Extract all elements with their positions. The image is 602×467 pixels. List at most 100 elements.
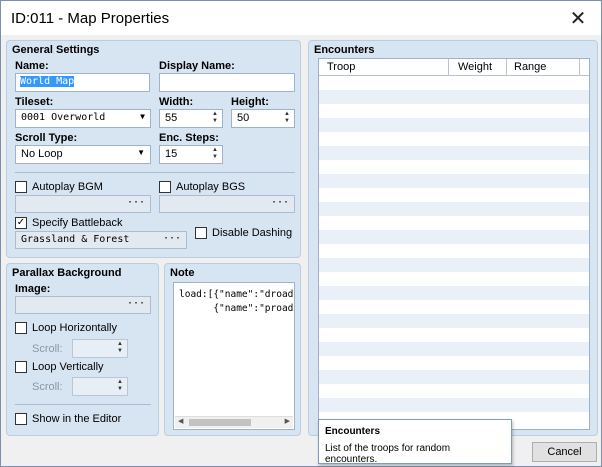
display-name-input[interactable]: [159, 73, 295, 92]
table-row[interactable]: [319, 188, 589, 202]
show-in-editor-checkbox[interactable]: Show in the Editor: [15, 413, 121, 425]
table-row[interactable]: [319, 384, 589, 398]
divider: [15, 172, 295, 173]
title-bar: ID:011 - Map Properties ✕: [1, 1, 601, 35]
table-row[interactable]: [319, 90, 589, 104]
table-row[interactable]: [319, 272, 589, 286]
enc-steps-label: Enc. Steps:: [159, 132, 219, 144]
encounters-group: Encounters Troop Weight Range: [308, 40, 598, 436]
encounters-tooltip: Encounters List of the troops for random…: [318, 419, 512, 465]
table-row[interactable]: [319, 118, 589, 132]
stepper-arrows-icon[interactable]: ▲ ▼: [210, 111, 220, 126]
table-row[interactable]: [319, 202, 589, 216]
table-row[interactable]: [319, 258, 589, 272]
window-title: ID:011 - Map Properties: [11, 10, 170, 27]
scroll-v-label: Scroll:: [32, 381, 63, 393]
tileset-label: Tileset:: [15, 96, 54, 108]
stepper-arrows-icon[interactable]: ▲ ▼: [115, 341, 125, 356]
checkbox-icon: [15, 361, 27, 373]
map-properties-window: ID:011 - Map Properties ✕ General Settin…: [0, 0, 602, 467]
parallax-heading: Parallax Background: [12, 267, 122, 279]
table-row[interactable]: [319, 174, 589, 188]
stepper-arrows-icon[interactable]: ▲ ▼: [282, 111, 292, 126]
table-row[interactable]: [319, 244, 589, 258]
divider: [15, 404, 151, 405]
horizontal-scrollbar[interactable]: ◀ ▶: [175, 416, 293, 428]
column-header-range[interactable]: Range: [507, 59, 580, 76]
table-row[interactable]: [319, 356, 589, 370]
table-row[interactable]: [319, 314, 589, 328]
disable-dashing-checkbox[interactable]: Disable Dashing: [195, 227, 292, 239]
table-row[interactable]: [319, 342, 589, 356]
loop-horizontally-checkbox[interactable]: Loop Horizontally: [15, 322, 117, 334]
ellipsis-icon: ···: [126, 298, 145, 309]
scroll-h-label: Scroll:: [32, 343, 63, 355]
general-settings-heading: General Settings: [12, 44, 100, 56]
ellipsis-icon: ···: [162, 233, 181, 244]
note-textarea[interactable]: load:[{"name":"droad"," {"name":"proad",…: [173, 282, 295, 430]
close-icon[interactable]: ✕: [555, 1, 601, 35]
loop-vertically-label: Loop Vertically: [32, 361, 104, 373]
table-row[interactable]: [319, 104, 589, 118]
table-row[interactable]: [319, 76, 589, 90]
name-input[interactable]: World Map: [15, 73, 150, 92]
height-stepper[interactable]: 50 ▲ ▼: [231, 109, 295, 128]
autoplay-bgs-label: Autoplay BGS: [176, 181, 246, 193]
encounters-heading: Encounters: [314, 44, 375, 56]
scroll-type-value: No Loop: [21, 148, 63, 160]
bgs-browse-field[interactable]: ···: [159, 195, 295, 213]
table-row[interactable]: [319, 370, 589, 384]
ellipsis-icon: ···: [270, 197, 289, 208]
stepper-arrows-icon[interactable]: ▲ ▼: [210, 147, 220, 162]
bgm-browse-field[interactable]: ···: [15, 195, 151, 213]
tooltip-title: Encounters: [325, 426, 381, 437]
checkbox-icon: [195, 227, 207, 239]
height-value: 50: [237, 112, 250, 124]
checkbox-icon: [159, 181, 171, 193]
scroll-left-icon[interactable]: ◀: [178, 417, 183, 425]
loop-vertically-checkbox[interactable]: Loop Vertically: [15, 361, 104, 373]
tileset-value: 0001 Overworld: [21, 112, 106, 123]
stepper-arrows-icon[interactable]: ▲ ▼: [115, 379, 125, 394]
width-label: Width:: [159, 96, 194, 108]
table-row[interactable]: [319, 286, 589, 300]
show-in-editor-label: Show in the Editor: [32, 413, 122, 425]
general-settings-group: General Settings Name: World Map Display…: [6, 40, 301, 258]
table-row[interactable]: [319, 216, 589, 230]
scroll-type-select[interactable]: No Loop ▼: [15, 145, 151, 164]
table-row[interactable]: [319, 160, 589, 174]
autoplay-bgm-checkbox[interactable]: Autoplay BGM: [15, 181, 103, 193]
table-row[interactable]: [319, 230, 589, 244]
width-stepper[interactable]: 55 ▲ ▼: [159, 109, 223, 128]
height-label: Height:: [231, 96, 269, 108]
parallax-image-field[interactable]: ···: [15, 296, 151, 314]
enc-steps-stepper[interactable]: 15 ▲ ▼: [159, 145, 223, 164]
loop-horizontally-label: Loop Horizontally: [32, 322, 117, 334]
column-header-troop[interactable]: Troop: [319, 59, 449, 76]
table-row[interactable]: [319, 146, 589, 160]
note-text: load:[{"name":"droad"," {"name":"proad",…: [179, 289, 294, 314]
scroll-right-icon[interactable]: ▶: [285, 417, 290, 425]
column-header-weight[interactable]: Weight: [449, 59, 507, 76]
encounter-rows: [319, 76, 589, 429]
table-row[interactable]: [319, 132, 589, 146]
tileset-select[interactable]: 0001 Overworld ▼: [15, 109, 151, 128]
name-label: Name:: [15, 60, 49, 72]
scroll-v-stepper[interactable]: ▲ ▼: [72, 377, 128, 396]
autoplay-bgs-checkbox[interactable]: Autoplay BGS: [159, 181, 245, 193]
table-row[interactable]: [319, 300, 589, 314]
table-row[interactable]: [319, 328, 589, 342]
tooltip-text: List of the troops for random encounters…: [325, 443, 451, 465]
battleback-browse-field[interactable]: Grassland & Forest ···: [15, 231, 187, 249]
scroll-h-stepper[interactable]: ▲ ▼: [72, 339, 128, 358]
table-row[interactable]: [319, 398, 589, 412]
width-value: 55: [165, 112, 178, 124]
specify-battleback-checkbox[interactable]: ✓ Specify Battleback: [15, 217, 123, 229]
autoplay-bgm-label: Autoplay BGM: [32, 181, 103, 193]
encounters-table[interactable]: Troop Weight Range: [318, 58, 590, 430]
ellipsis-icon: ···: [126, 197, 145, 208]
scrollbar-thumb[interactable]: [189, 419, 251, 426]
cancel-button[interactable]: Cancel: [532, 442, 597, 462]
disable-dashing-label: Disable Dashing: [212, 227, 293, 239]
display-name-label: Display Name:: [159, 60, 235, 72]
